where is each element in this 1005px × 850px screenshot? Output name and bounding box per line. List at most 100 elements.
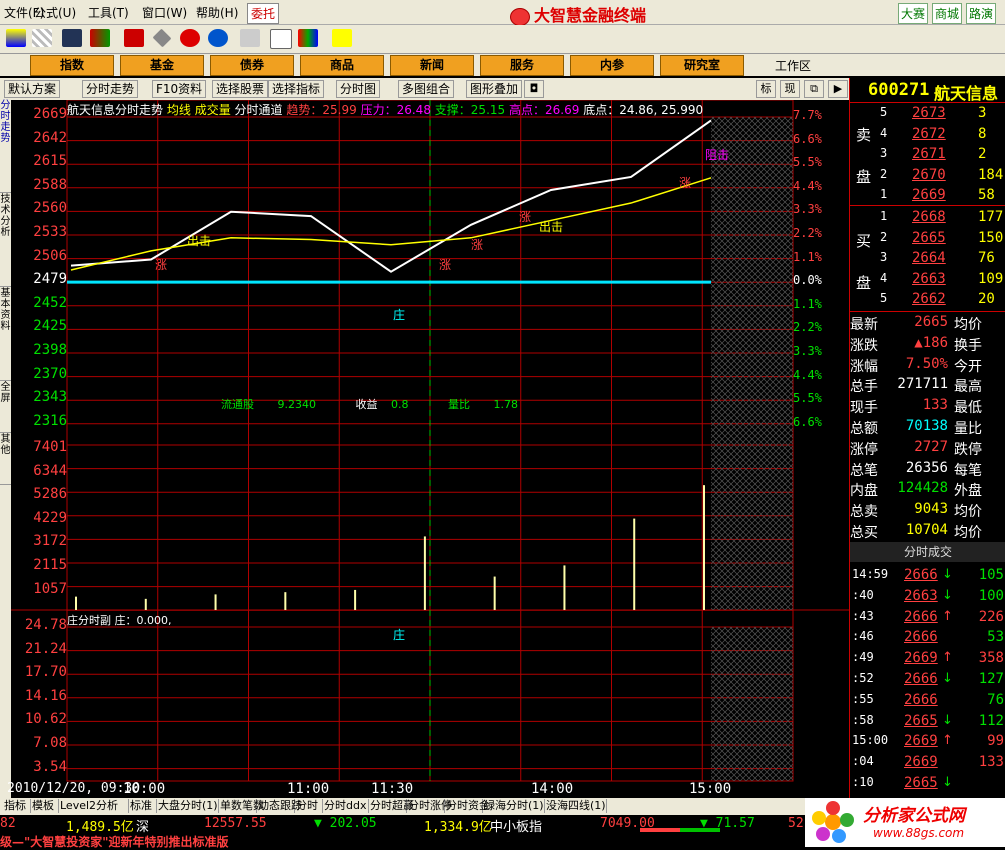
nav-news-button[interactable]: 新闻 bbox=[390, 55, 474, 76]
contest-button[interactable]: 大赛 bbox=[898, 3, 929, 24]
restore-icon[interactable]: ⧉ bbox=[804, 80, 824, 98]
tab-default-scheme[interactable]: 默认方案 bbox=[4, 80, 61, 98]
binoculars-icon[interactable] bbox=[62, 29, 82, 47]
indicator-tab[interactable]: 单数笔数 bbox=[218, 799, 264, 813]
tab-intraday[interactable]: 分时走势 bbox=[82, 80, 139, 98]
stat-value: 271711 bbox=[897, 376, 948, 393]
indicator-tab[interactable]: 分时超赢 bbox=[368, 799, 414, 813]
nav-research-button[interactable]: 研究室 bbox=[660, 55, 744, 76]
indicator-tab[interactable]: 绿海分时(1) bbox=[482, 799, 545, 813]
trade-price[interactable]: 2669 bbox=[904, 733, 938, 749]
indicator-tab[interactable]: 分时ddx bbox=[322, 799, 369, 813]
nav-commodity-button[interactable]: 商品 bbox=[300, 55, 384, 76]
market-icon[interactable] bbox=[6, 29, 26, 47]
menu-help[interactable]: 帮助(H) bbox=[196, 4, 238, 21]
sell-price[interactable]: 2669 bbox=[912, 187, 946, 203]
mark-button[interactable]: 标 bbox=[756, 80, 776, 98]
trade-price[interactable]: 2669 bbox=[904, 650, 938, 666]
up-circle-icon[interactable] bbox=[180, 29, 200, 47]
indicator-tab[interactable]: 动态跟踪 bbox=[256, 799, 302, 813]
k-line-icon[interactable] bbox=[124, 29, 144, 47]
books-icon[interactable] bbox=[298, 29, 318, 47]
chart-canvas[interactable] bbox=[11, 100, 849, 798]
indicator-tab[interactable]: 分时 bbox=[294, 799, 323, 813]
trade-price[interactable]: 2666 bbox=[904, 671, 938, 687]
buy-price[interactable]: 2662 bbox=[912, 291, 946, 307]
nav-index-button[interactable]: 指数 bbox=[30, 55, 114, 76]
buy-price[interactable]: 2665 bbox=[912, 230, 946, 246]
roadshow-button[interactable]: 路演 bbox=[966, 3, 997, 24]
indicator-tab[interactable]: 指标 bbox=[2, 799, 31, 813]
trade-time: :55 bbox=[852, 691, 874, 706]
trade-price[interactable]: 2666 bbox=[904, 567, 938, 583]
header-ma[interactable]: 均线 bbox=[167, 103, 191, 117]
nav-bond-button[interactable]: 债券 bbox=[210, 55, 294, 76]
stat-label-2: 量比 bbox=[954, 421, 982, 437]
tab-intraday-chart[interactable]: 分时图 bbox=[336, 80, 381, 98]
buy-label-2: 盘 bbox=[856, 274, 872, 292]
tab-select-indicator[interactable]: 选择指标 bbox=[268, 80, 325, 98]
trade-time: :52 bbox=[852, 671, 874, 685]
ratio-bar-green bbox=[680, 828, 720, 832]
vtab-fullscreen[interactable]: 全屏 bbox=[0, 382, 11, 433]
expand-icon[interactable]: ▶ bbox=[828, 80, 848, 98]
vtab-technical[interactable]: 技术分析 bbox=[0, 194, 11, 287]
indicator-tab[interactable]: 模板 bbox=[30, 799, 59, 813]
weituo-button[interactable]: 委托 bbox=[247, 3, 280, 24]
tab-multi-chart[interactable]: 多图组合 bbox=[398, 80, 455, 98]
vtab-intraday[interactable]: 分时走势 bbox=[0, 100, 11, 193]
nav-fund-button[interactable]: 基金 bbox=[120, 55, 204, 76]
volume-bar bbox=[703, 485, 705, 610]
trade-price[interactable]: 2663 bbox=[904, 588, 938, 604]
workarea-label[interactable]: 工作区 bbox=[775, 57, 811, 74]
print-icon[interactable] bbox=[240, 29, 260, 47]
menu-window[interactable]: 窗口(W) bbox=[142, 4, 187, 21]
sell-price[interactable]: 2672 bbox=[912, 126, 946, 142]
header-volume[interactable]: 成交量 bbox=[195, 103, 231, 117]
indicator-tab[interactable]: 没海四线(1) bbox=[544, 799, 607, 813]
intraday-chart[interactable]: 航天信息分时走势 均线 成交量 分时通道 趋势：25.99 压力：26.48 支… bbox=[7, 100, 849, 798]
volume-bar bbox=[563, 565, 566, 610]
trade-price[interactable]: 2666 bbox=[904, 609, 938, 625]
buy-level: 3 bbox=[880, 250, 888, 264]
grid-icon[interactable] bbox=[32, 29, 52, 47]
vtab-fundamentals[interactable]: 基本资料 bbox=[0, 288, 11, 381]
menu-tools[interactable]: 工具(T) bbox=[88, 4, 129, 21]
buy-volume: 177 bbox=[978, 209, 1004, 225]
tab-select-stock[interactable]: 选择股票 bbox=[212, 80, 269, 98]
annot-zhang-2: 涨 bbox=[439, 258, 452, 272]
menu-formula[interactable]: 公式(U) bbox=[34, 4, 76, 21]
mall-button[interactable]: 商城 bbox=[932, 3, 963, 24]
news-ticker[interactable]: 级—"大智慧投资家"迎新年特别推出标准版 bbox=[0, 833, 850, 849]
sell-price[interactable]: 2670 bbox=[912, 167, 946, 183]
tab-overlay[interactable]: 图形叠加 bbox=[466, 80, 523, 98]
buy-price[interactable]: 2668 bbox=[912, 209, 946, 225]
buy-price[interactable]: 2663 bbox=[912, 271, 946, 287]
sell-price[interactable]: 2671 bbox=[912, 146, 946, 162]
trade-price[interactable]: 2666 bbox=[904, 692, 938, 708]
trade-price[interactable]: 2669 bbox=[904, 754, 938, 770]
trade-price[interactable]: 2666 bbox=[904, 629, 938, 645]
indicator-tab[interactable]: 大盘分时(1) bbox=[156, 799, 219, 813]
lock-icon[interactable]: ◘ bbox=[524, 80, 544, 98]
indicator-tab[interactable]: Level2分析 bbox=[58, 799, 129, 813]
down-circle-icon[interactable] bbox=[208, 29, 228, 47]
indicator-tab[interactable]: 分时涨停 bbox=[406, 799, 452, 813]
vtab-other[interactable]: 其他 bbox=[0, 434, 11, 485]
trade-price[interactable]: 2665 bbox=[904, 775, 938, 791]
diamond-icon[interactable] bbox=[152, 28, 172, 48]
alert-icon[interactable] bbox=[90, 29, 110, 47]
window-icon[interactable] bbox=[270, 29, 292, 49]
current-button[interactable]: 现 bbox=[780, 80, 800, 98]
header-channel[interactable]: 分时通道 bbox=[235, 103, 283, 117]
nav-service-button[interactable]: 服务 bbox=[480, 55, 564, 76]
nav-insider-button[interactable]: 内参 bbox=[570, 55, 654, 76]
trade-price[interactable]: 2665 bbox=[904, 713, 938, 729]
buy-price[interactable]: 2664 bbox=[912, 250, 946, 266]
sell-price[interactable]: 2673 bbox=[912, 105, 946, 121]
indicator-tab[interactable]: 分时资金 bbox=[444, 799, 490, 813]
indicator-tab[interactable]: 标准 bbox=[128, 799, 157, 813]
tab-f10[interactable]: F10资料 bbox=[152, 80, 207, 98]
help-cursor-icon[interactable] bbox=[332, 29, 352, 47]
stat-label-2: 最低 bbox=[954, 400, 982, 417]
